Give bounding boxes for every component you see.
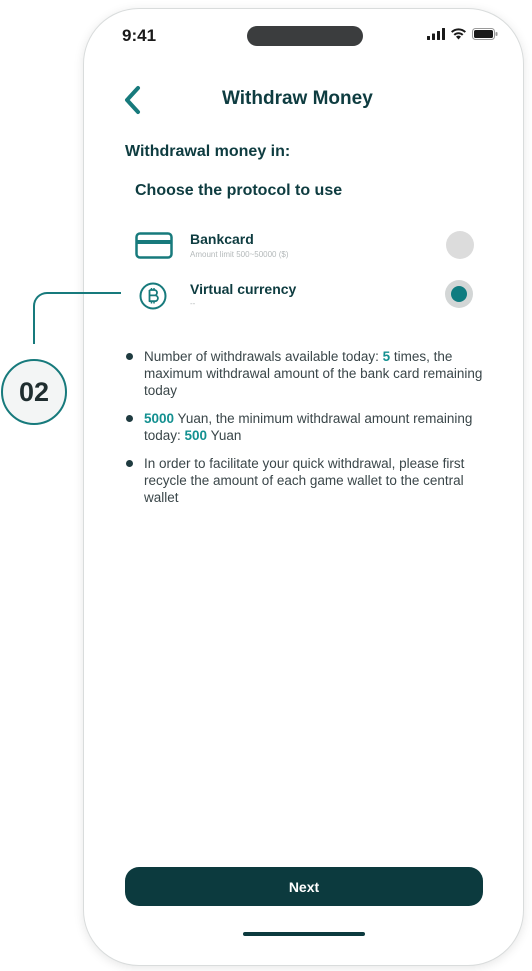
credit-card-icon [135,232,173,259]
bitcoin-icon [139,282,167,310]
note-text: Yuan [207,428,242,443]
back-button[interactable] [121,85,147,115]
status-icons [427,28,498,40]
battery-icon [472,28,498,40]
list-item: 5000 Yuan, the minimum withdrawal amount… [126,410,484,444]
chevron-left-icon [125,86,140,114]
signal-icon [427,28,445,40]
note-text: Number of withdrawals available today: [144,349,383,364]
radio-virtual-currency[interactable] [445,280,473,308]
dynamic-island [247,26,363,46]
list-item: In order to facilitate your quick withdr… [126,455,484,506]
status-time: 9:41 [122,26,157,45]
home-indicator[interactable] [243,932,365,936]
wifi-icon [451,28,466,40]
highlight-value: 5 [382,349,391,364]
list-item: Number of withdrawals available today: 5… [126,348,484,399]
option-subtitle: -- [190,299,196,308]
notes-list: Number of withdrawals available today: 5… [126,348,484,517]
radio-bankcard[interactable] [446,231,474,259]
page-title: Withdraw Money [222,88,373,109]
step-badge: 02 [1,359,67,425]
highlight-value: 500 [184,428,208,443]
section-label: Withdrawal money in: [125,143,291,160]
next-button[interactable]: Next [125,867,483,906]
option-subtitle: Amount limit 500~50000 ($) [190,250,289,259]
step-connector-line [33,292,121,344]
option-title: Virtual currency [190,281,297,297]
protocol-label: Choose the protocol to use [135,182,343,199]
highlight-value: 5000 [144,411,175,426]
note-text: In order to facilitate your quick withdr… [144,456,465,505]
option-title: Bankcard [190,231,254,247]
